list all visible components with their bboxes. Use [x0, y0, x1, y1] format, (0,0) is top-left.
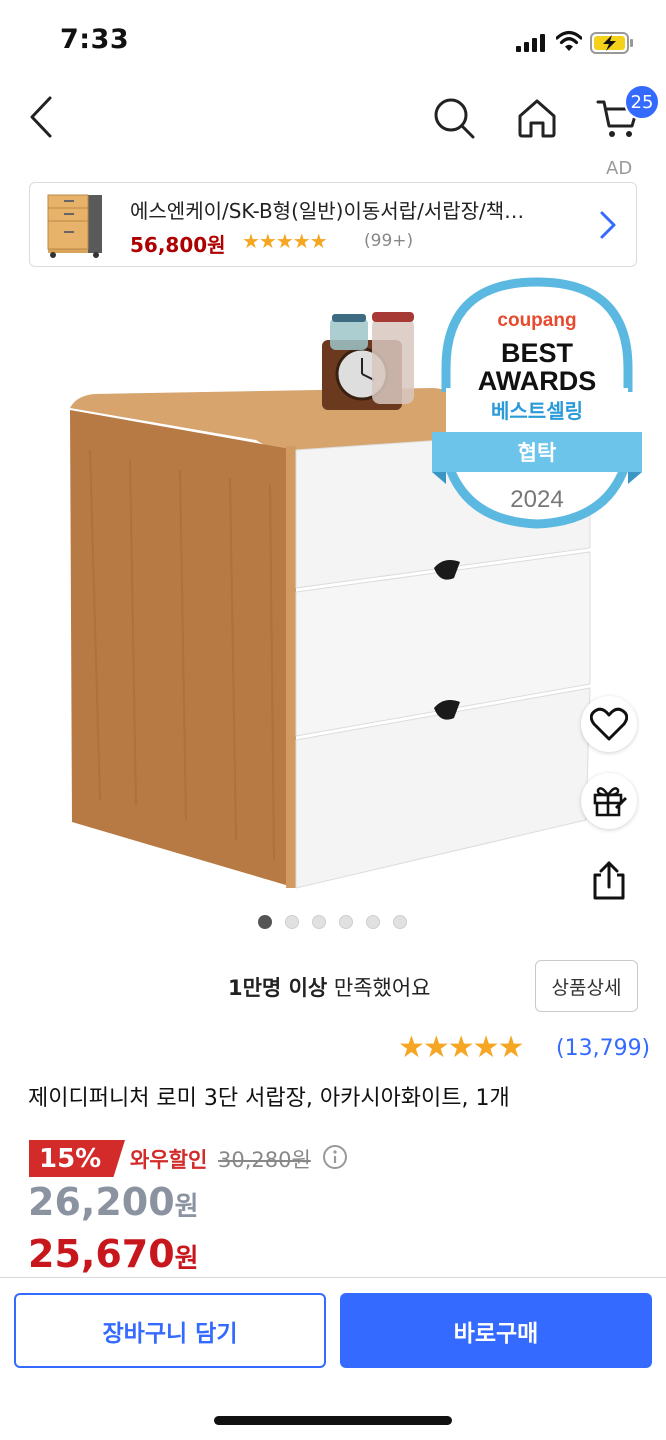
- product-title: 제이디퍼니처 로미 3단 서랍장, 아카시아화이트, 1개: [28, 1086, 510, 1111]
- pager-dot[interactable]: [258, 915, 272, 929]
- share-button[interactable]: [581, 853, 637, 909]
- award-year: 2024: [510, 486, 563, 513]
- product-detail-screen: 7:33 25 AD 에스엔케이/SK-B형(일반)이동서랍/서랍장/책… 56…: [0, 0, 666, 1440]
- search-icon[interactable]: [432, 96, 476, 140]
- original-price: 30,280원: [218, 1148, 311, 1172]
- share-icon: [593, 861, 625, 900]
- star-rating: ★★★★★: [398, 1030, 524, 1065]
- ad-price: 56,800원: [130, 233, 226, 257]
- ad-star-rating: ★★★★★: [242, 229, 328, 253]
- cellular-signal-icon: [516, 34, 545, 52]
- award-category: 베스트셀링: [491, 399, 583, 423]
- status-time: 7:33: [60, 24, 130, 55]
- bottom-divider: [0, 1277, 666, 1278]
- award-line2: AWARDS: [478, 366, 597, 396]
- heart-icon: [590, 707, 628, 741]
- home-indicator: [214, 1416, 452, 1425]
- pager-dot[interactable]: [366, 915, 380, 929]
- pager-dot[interactable]: [285, 915, 299, 929]
- wow-discount-label: 와우할인: [130, 1148, 208, 1172]
- ad-label: AD: [606, 158, 633, 179]
- sale-price-unit: 원: [174, 1192, 199, 1222]
- pager-dot[interactable]: [339, 915, 353, 929]
- ad-title: 에스엔케이/SK-B형(일반)이동서랍/서랍장/책…: [130, 199, 525, 223]
- add-to-cart-button[interactable]: 장바구니 담기: [14, 1293, 326, 1368]
- back-button[interactable]: [22, 94, 62, 140]
- wow-price: 25,670원: [28, 1232, 199, 1276]
- product-detail-button[interactable]: 상품상세: [535, 960, 638, 1012]
- satisfaction-label: 만족했어요: [327, 976, 431, 1000]
- home-icon[interactable]: [515, 96, 559, 140]
- info-icon[interactable]: [322, 1144, 348, 1170]
- pager-dot[interactable]: [393, 915, 407, 929]
- gift-button[interactable]: [581, 773, 637, 829]
- satisfaction-text: 1만명 이상 만족했어요: [228, 972, 430, 1002]
- wow-price-unit: 원: [174, 1244, 199, 1274]
- gift-icon: [593, 787, 627, 817]
- review-count-link[interactable]: (13,799): [556, 1036, 650, 1061]
- ad-banner[interactable]: 에스엔케이/SK-B형(일반)이동서랍/서랍장/책… 56,800원 ★★★★★…: [29, 182, 637, 267]
- best-awards-badge: coupang BEST AWARDS 베스트셀링 협탁 2024: [432, 277, 642, 529]
- award-ribbon: 협탁: [518, 441, 557, 465]
- chevron-right-icon: [600, 211, 616, 239]
- ad-review-count: (99+): [364, 231, 414, 251]
- image-pager: [258, 915, 407, 929]
- ad-product-thumbnail: [47, 194, 102, 258]
- satisfaction-count: 1만명 이상: [228, 976, 328, 1000]
- wow-price-amount: 25,670: [28, 1232, 175, 1276]
- sale-price: 26,200원: [28, 1180, 199, 1224]
- battery-charging-icon: [590, 32, 633, 54]
- pager-dot[interactable]: [312, 915, 326, 929]
- buy-now-button[interactable]: 바로구매: [340, 1293, 652, 1368]
- award-line1: BEST: [501, 338, 574, 368]
- cart-count-badge: 25: [624, 84, 660, 120]
- wishlist-button[interactable]: [581, 696, 637, 752]
- discount-badge: 15%: [29, 1140, 125, 1177]
- wifi-icon: [556, 30, 582, 51]
- sale-price-amount: 26,200: [28, 1180, 175, 1224]
- award-brand: coupang: [497, 310, 576, 331]
